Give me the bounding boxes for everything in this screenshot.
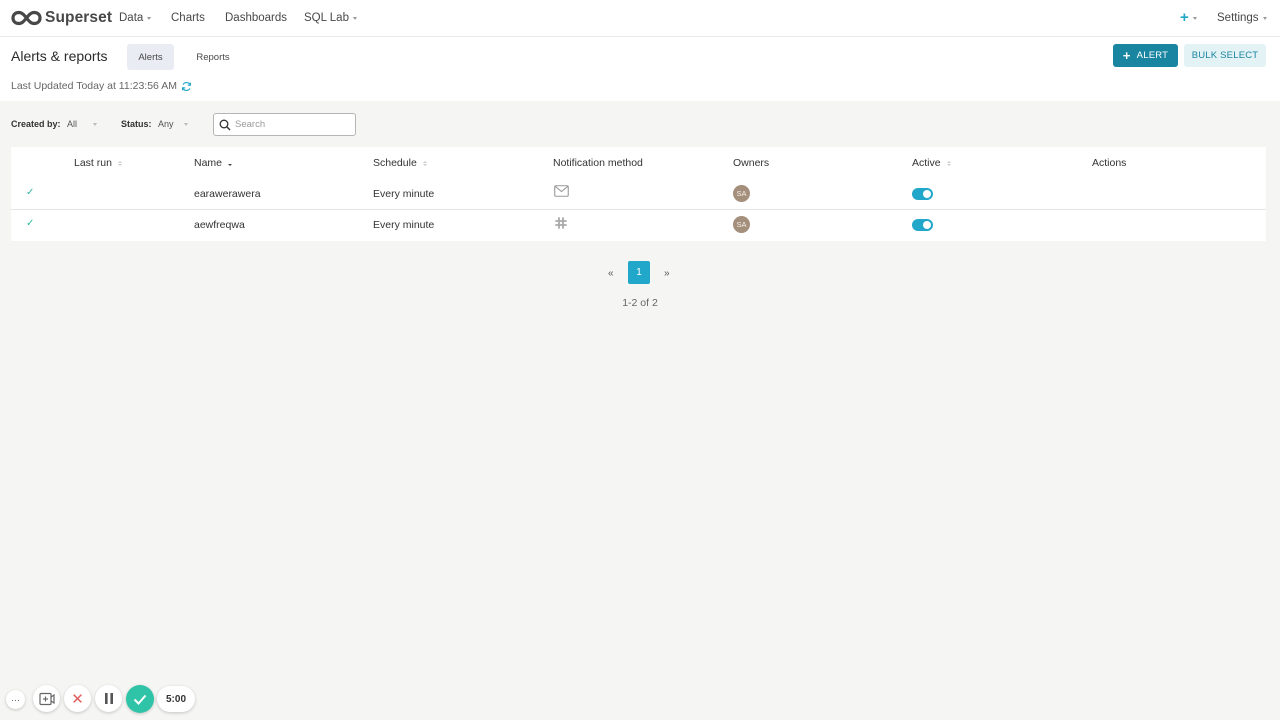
alert-schedule: Every minute [373, 188, 435, 200]
column-header-label: Name [194, 157, 223, 169]
superset-logo-icon [11, 10, 42, 26]
check-icon: ✓ [26, 187, 35, 198]
table-row[interactable]: ✓ aewfreqwa Every minute SA [11, 210, 1266, 241]
brand-name: Superset [45, 9, 113, 26]
nav-data-menu[interactable]: Data [119, 12, 152, 24]
bulk-select-label: BULK SELECT [1191, 50, 1259, 61]
created-by-select[interactable]: All [67, 119, 77, 129]
column-header-schedule[interactable]: Schedule [373, 157, 427, 169]
column-header-owners: Owners [733, 157, 769, 169]
active-toggle[interactable] [912, 219, 933, 231]
pause-icon [104, 693, 113, 704]
alerts-table: Last run Name Schedule Notification meth… [11, 147, 1266, 241]
search-input[interactable] [235, 119, 350, 130]
new-item-menu[interactable]: + [1180, 9, 1197, 26]
chevron-down-icon [184, 123, 188, 126]
chevron-down-icon [352, 17, 357, 20]
last-updated-text: Last Updated Today at 11:23:56 AM [11, 80, 177, 92]
column-header-label: Last run [74, 157, 112, 169]
nav-sql-lab-menu[interactable]: SQL Lab [304, 12, 357, 24]
nav-dashboards-label: Dashboards [225, 12, 288, 24]
recorder-pause-button[interactable] [95, 685, 122, 712]
nav-dashboards[interactable]: Dashboards [225, 12, 287, 24]
status-label: Status: [121, 119, 152, 129]
tab-reports-label: Reports [196, 51, 230, 63]
column-header-last-run[interactable]: Last run [74, 157, 122, 169]
superset-logo[interactable]: Superset [11, 9, 112, 27]
nav-charts-label: Charts [171, 12, 205, 24]
refresh-icon[interactable] [181, 81, 192, 92]
chevron-down-icon [1262, 17, 1267, 20]
check-icon [133, 694, 147, 705]
status-select[interactable]: Any [158, 119, 174, 129]
chevron-down-icon [1192, 16, 1197, 20]
plus-icon: + [1122, 47, 1131, 63]
pagination-next[interactable]: » [664, 268, 670, 279]
pagination-prev[interactable]: « [608, 268, 614, 279]
column-header-active[interactable]: Active [912, 157, 951, 169]
add-alert-label: ALERT [1136, 50, 1169, 61]
search-icon [219, 119, 231, 130]
sort-icon [117, 160, 122, 166]
sort-icon [422, 160, 427, 166]
alert-schedule: Every minute [373, 219, 435, 231]
recorder-camera-button[interactable] [33, 685, 60, 712]
column-header-actions: Actions [1092, 157, 1126, 169]
bulk-select-button[interactable]: BULK SELECT [1184, 44, 1266, 67]
recorder-discard-button[interactable]: ✕ [64, 685, 91, 712]
chevron-down-icon [93, 123, 97, 126]
recorder-more-button[interactable]: ··· [6, 690, 25, 709]
sort-icon [946, 160, 951, 166]
slack-icon [555, 217, 567, 232]
pagination-page-1[interactable]: 1 [628, 261, 650, 284]
chevron-down-icon [147, 17, 152, 20]
search-box[interactable] [213, 113, 356, 136]
active-toggle[interactable] [912, 188, 933, 200]
check-icon: ✓ [26, 218, 35, 229]
nav-data-label: Data [119, 12, 144, 24]
avatar[interactable]: SA [733, 185, 750, 202]
column-header-label: Actions [1092, 157, 1127, 169]
recorder-finish-button[interactable] [126, 685, 154, 713]
settings-menu[interactable]: Settings [1217, 12, 1267, 24]
alert-name: aewfreqwa [194, 219, 245, 231]
created-by-label: Created by: [11, 119, 61, 129]
recorder-timer: 5:00 [157, 686, 195, 712]
column-header-name[interactable]: Name [194, 157, 233, 169]
alert-name: earawerawera [194, 188, 261, 200]
nav-charts[interactable]: Charts [171, 12, 205, 24]
page-title: Alerts & reports [11, 48, 108, 64]
tab-reports[interactable]: Reports [190, 44, 236, 70]
tab-alerts[interactable]: Alerts [127, 44, 174, 70]
column-header-label: Owners [733, 157, 770, 169]
email-icon [554, 185, 569, 200]
close-icon: ✕ [71, 690, 84, 708]
tab-alerts-label: Alerts [138, 51, 163, 63]
column-header-label: Schedule [373, 157, 417, 169]
sort-descending-icon [228, 161, 233, 166]
timer-text: 5:00 [165, 693, 186, 705]
column-header-notification-method: Notification method [553, 157, 643, 169]
avatar[interactable]: SA [733, 216, 750, 233]
more-icon: ··· [11, 694, 20, 705]
settings-label: Settings [1217, 12, 1259, 24]
pagination-count: 1-2 of 2 [622, 297, 658, 309]
nav-sql-lab-label: SQL Lab [304, 12, 349, 24]
page-header: Alerts & reports Alerts Reports + ALERT … [0, 37, 1280, 101]
plus-icon: + [1180, 9, 1189, 26]
top-navbar: Superset Data Charts Dashboards SQL Lab … [0, 0, 1280, 37]
camera-icon [38, 692, 55, 705]
last-updated: Last Updated Today at 11:23:56 AM [11, 80, 192, 92]
column-header-label: Notification method [553, 157, 643, 169]
column-header-label: Active [912, 157, 941, 169]
add-alert-button[interactable]: + ALERT [1113, 44, 1178, 67]
table-row[interactable]: ✓ earawerawera Every minute SA [11, 179, 1266, 210]
